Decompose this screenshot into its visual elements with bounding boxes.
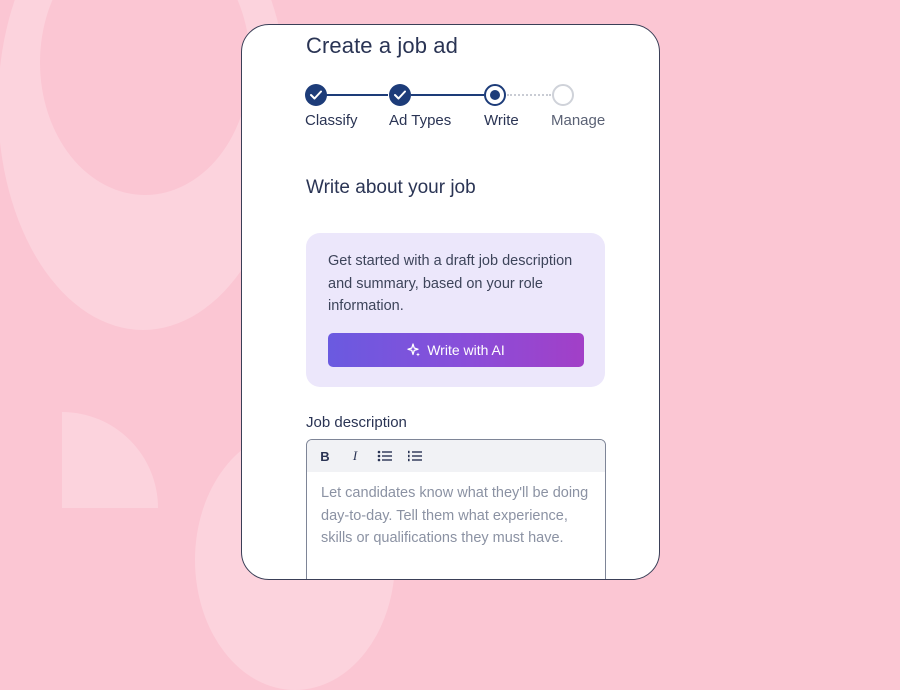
editor-toolbar: B I (307, 440, 605, 472)
job-description-editor[interactable]: B I Let candidates know what they'll be … (306, 439, 606, 579)
step-classify-check-icon[interactable] (305, 84, 327, 106)
section-title: Write about your job (306, 177, 476, 198)
write-with-ai-label: Write with AI (427, 342, 505, 358)
step-connector (507, 94, 551, 96)
step-label-classify: Classify (305, 112, 358, 129)
background-decoration (62, 412, 158, 508)
write-with-ai-button[interactable]: Write with AI (328, 333, 584, 367)
phone-frame: Create a job ad Classify Ad Types Write … (241, 24, 660, 580)
sparkle-icon (407, 343, 421, 357)
step-ad-types-check-icon[interactable] (389, 84, 411, 106)
bold-button[interactable]: B (317, 448, 333, 464)
step-manage-upcoming-icon (552, 84, 574, 106)
step-label-ad-types: Ad Types (389, 112, 452, 129)
step-write-current-icon[interactable] (484, 84, 506, 106)
background-decoration (40, 0, 250, 195)
job-description-placeholder: Let candidates know what they'll be doin… (321, 485, 589, 546)
numbered-list-icon[interactable] (407, 448, 423, 464)
step-connector (411, 94, 484, 96)
job-description-label: Job description (306, 414, 407, 431)
bullet-list-icon[interactable] (377, 448, 393, 464)
progress-stepper: Classify Ad Types Write Manage (242, 25, 659, 135)
step-label-write: Write (484, 112, 519, 129)
step-label-manage: Manage (551, 112, 606, 129)
italic-button[interactable]: I (347, 448, 363, 464)
ai-assist-card: Get started with a draft job description… (306, 233, 605, 387)
step-connector (326, 94, 388, 96)
ai-assist-description: Get started with a draft job description… (328, 253, 573, 314)
